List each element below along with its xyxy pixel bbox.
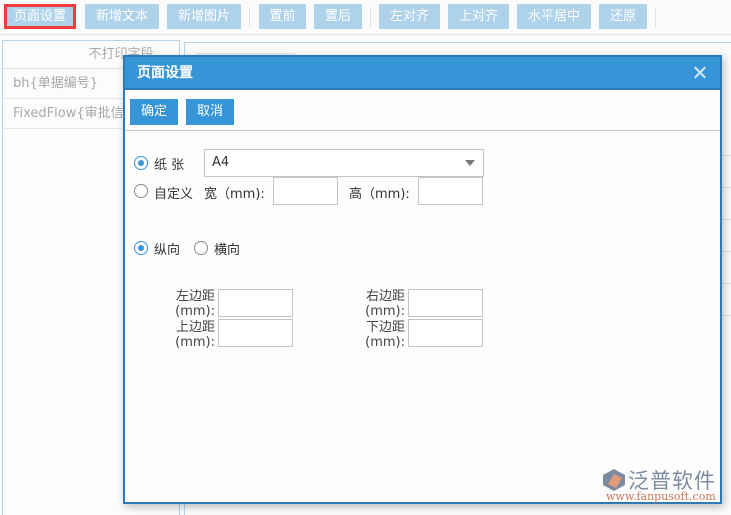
dialog-action-bar: 确定 取消 <box>125 92 720 131</box>
send-back-button[interactable]: 置后 <box>314 4 362 29</box>
paper-size-select[interactable]: A4 <box>204 149 484 177</box>
left-margin-label-text: 左边距 <box>175 289 215 304</box>
toolbar-separator <box>655 7 656 27</box>
paper-size-label: 纸 张 <box>154 158 185 173</box>
landscape-radio[interactable] <box>194 241 208 255</box>
bring-front-button[interactable]: 置前 <box>259 4 306 29</box>
right-margin-label-text: 右边距 <box>365 289 405 304</box>
top-margin-label-text: 上边距 <box>175 320 215 335</box>
dialog-title: 页面设置 <box>137 65 193 81</box>
bottom-margin-input[interactable] <box>408 319 483 347</box>
close-icon[interactable] <box>690 63 710 83</box>
toolbar-separator <box>370 7 371 27</box>
add-text-button[interactable]: 新增文本 <box>85 4 159 29</box>
width-label: 宽（mm): <box>204 187 265 202</box>
custom-size-label: 自定义 <box>154 187 194 202</box>
portrait-label: 纵向 <box>154 243 181 258</box>
left-margin-label: 左边距 (mm): <box>165 289 215 319</box>
align-left-button[interactable]: 左对齐 <box>379 4 440 29</box>
brand-watermark: 泛普软件 www.fanpusoft.com <box>600 466 725 506</box>
page-setup-dialog: 页面设置 确定 取消 纸 张 A4 自定义 宽（mm): 高（mm): 纵向 横… <box>123 55 722 504</box>
right-margin-input[interactable] <box>408 289 483 317</box>
page-setup-button[interactable]: 页面设置 <box>4 4 76 29</box>
brand-logo-icon <box>603 469 625 491</box>
cancel-button[interactable]: 取消 <box>186 99 234 125</box>
toolbar-separator <box>249 7 250 27</box>
restore-button[interactable]: 还原 <box>599 4 647 29</box>
dialog-title-bar[interactable]: 页面设置 <box>125 57 720 90</box>
bottom-margin-unit: (mm): <box>365 335 405 350</box>
paper-size-radio[interactable] <box>134 156 148 170</box>
height-input[interactable] <box>418 177 483 205</box>
align-top-button[interactable]: 上对齐 <box>448 4 509 29</box>
right-margin-unit: (mm): <box>365 304 405 319</box>
landscape-label: 横向 <box>214 243 241 258</box>
confirm-button[interactable]: 确定 <box>130 99 178 125</box>
left-margin-unit: (mm): <box>175 304 215 319</box>
custom-size-radio[interactable] <box>134 184 148 198</box>
right-margin-label: 右边距 (mm): <box>355 289 405 319</box>
chevron-down-icon <box>465 160 475 166</box>
top-margin-input[interactable] <box>218 319 293 347</box>
center-horizontal-button[interactable]: 水平居中 <box>517 4 591 29</box>
toolbar: 页面设置 新增文本 新增图片 置前 置后 左对齐 上对齐 水平居中 还原 <box>0 0 731 35</box>
top-margin-label: 上边距 (mm): <box>165 320 215 350</box>
top-margin-unit: (mm): <box>175 335 215 350</box>
bottom-margin-label-text: 下边距 <box>365 320 405 335</box>
width-input[interactable] <box>273 177 338 205</box>
left-margin-input[interactable] <box>218 289 293 317</box>
portrait-radio[interactable] <box>134 241 148 255</box>
brand-url: www.fanpusoft.com <box>606 490 716 503</box>
add-image-button[interactable]: 新增图片 <box>167 4 241 29</box>
bottom-margin-label: 下边距 (mm): <box>355 320 405 350</box>
paper-size-value: A4 <box>212 155 230 170</box>
height-label: 高（mm): <box>349 187 410 202</box>
